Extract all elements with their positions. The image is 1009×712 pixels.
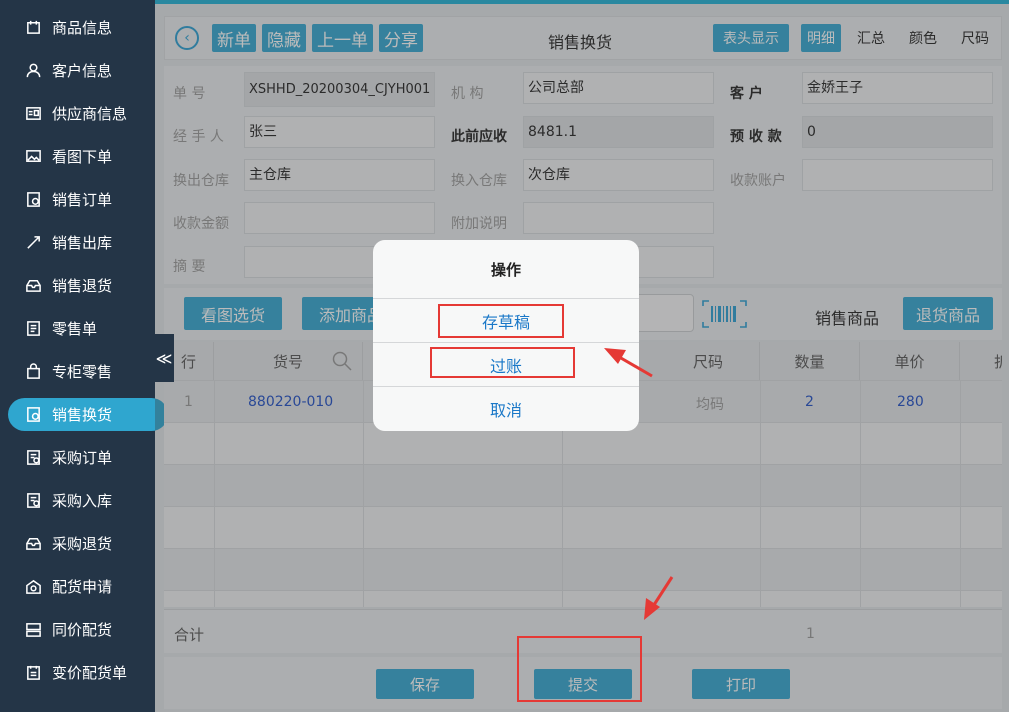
counter-bag-icon (24, 363, 42, 381)
sidebar-item-label: 销售出库 (52, 234, 113, 252)
product-info-icon (24, 19, 42, 37)
sidebar-item-purchase-inbound[interactable]: 采购入库 (0, 479, 155, 522)
sales-order-icon (24, 191, 42, 209)
annotation-arrow-icon (604, 348, 653, 378)
sidebar-item-label: 商品信息 (52, 19, 113, 37)
sidebar: 商品信息 客户信息 供应商信息 看图下单 销售订单 销售出库 销售退货 零售单 … (0, 0, 168, 712)
sales-return-icon (24, 277, 42, 295)
sidebar-item-sales-outbound[interactable]: 销售出库 (0, 221, 155, 264)
sales-exchange-icon (24, 406, 42, 424)
sidebar-item-label: 变价配货单 (52, 664, 128, 682)
sidebar-item-same-price-allocation[interactable]: 同价配货 (0, 608, 155, 651)
annotation-box-save-draft (438, 304, 564, 338)
supplier-card-icon (24, 105, 42, 123)
dialog-title: 操作 (490, 261, 521, 279)
sidebar-item-purchase-order[interactable]: 采购订单 (0, 436, 155, 479)
sidebar-item-purchase-return[interactable]: 采购退货 (0, 522, 155, 565)
sidebar-item-label: 客户信息 (52, 62, 113, 80)
sidebar-item-sales-return[interactable]: 销售退货 (0, 264, 155, 307)
annotation-arrow-icon (644, 576, 674, 620)
sidebar-item-label: 看图下单 (52, 148, 113, 166)
sales-outbound-icon (24, 234, 42, 252)
sidebar-item-allocation-request[interactable]: 配货申请 (0, 565, 155, 608)
purchase-return-icon (24, 535, 42, 553)
sidebar-item-label: 专柜零售 (52, 363, 113, 381)
sidebar-item-label: 配货申请 (52, 578, 113, 596)
annotation-box-submit (517, 636, 642, 702)
sidebar-item-label: 销售订单 (52, 191, 113, 209)
customer-icon (24, 62, 42, 80)
sidebar-item-sales-exchange[interactable]: 销售换货 (0, 393, 168, 436)
sidebar-item-variable-price-allocation[interactable]: 变价配货单 (0, 651, 155, 694)
sidebar-item-label: 采购订单 (52, 449, 113, 467)
sidebar-item-label: 供应商信息 (52, 105, 128, 123)
purchase-inbound-icon (24, 492, 42, 510)
same-price-allocation-icon (24, 621, 42, 639)
picture-order-icon (24, 148, 42, 166)
sidebar-item-label: 销售换货 (52, 406, 113, 424)
sidebar-item-customer-info[interactable]: 客户信息 (0, 49, 155, 92)
sidebar-item-counter-retail[interactable]: 专柜零售 (0, 350, 155, 393)
cancel-option[interactable]: 取消 (373, 386, 639, 430)
sidebar-item-sales-order[interactable]: 销售订单 (0, 178, 155, 221)
sidebar-item-label: 采购退货 (52, 535, 113, 553)
sidebar-item-product-info[interactable]: 商品信息 (0, 6, 155, 49)
sidebar-item-retail[interactable]: 零售单 (0, 307, 155, 350)
sidebar-item-supplier-info[interactable]: 供应商信息 (0, 92, 155, 135)
sidebar-collapse-button[interactable]: ≪ (154, 334, 174, 382)
sidebar-item-label: 销售退货 (52, 277, 113, 295)
retail-doc-icon (24, 320, 42, 338)
variable-price-allocation-icon (24, 664, 42, 682)
sidebar-item-picture-order[interactable]: 看图下单 (0, 135, 155, 178)
sidebar-item-label: 采购入库 (52, 492, 113, 510)
sidebar-item-label: 同价配货 (52, 621, 113, 639)
sidebar-item-label: 零售单 (52, 320, 98, 338)
purchase-order-icon (24, 449, 42, 467)
allocation-request-icon (24, 578, 42, 596)
annotation-box-post (430, 347, 575, 378)
